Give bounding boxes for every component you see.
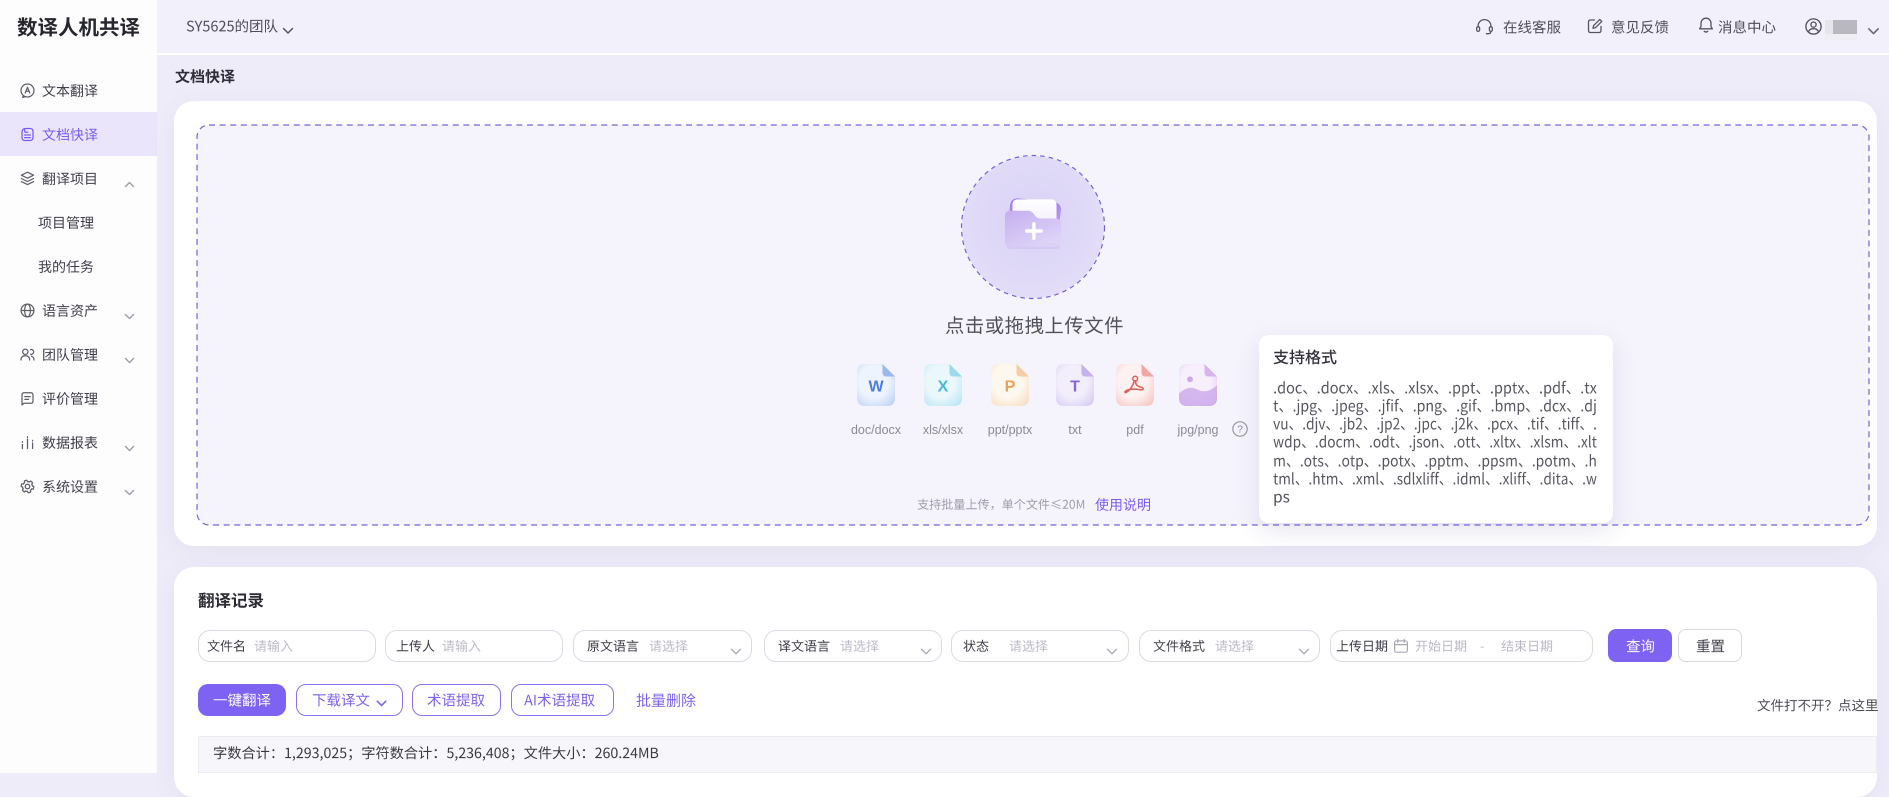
svg-text:?: ? [1237, 424, 1243, 436]
svg-text:P: P [1005, 379, 1016, 396]
svg-text:X: X [938, 379, 949, 396]
svg-text:T: T [1070, 379, 1080, 396]
svg-text:W: W [868, 379, 884, 396]
